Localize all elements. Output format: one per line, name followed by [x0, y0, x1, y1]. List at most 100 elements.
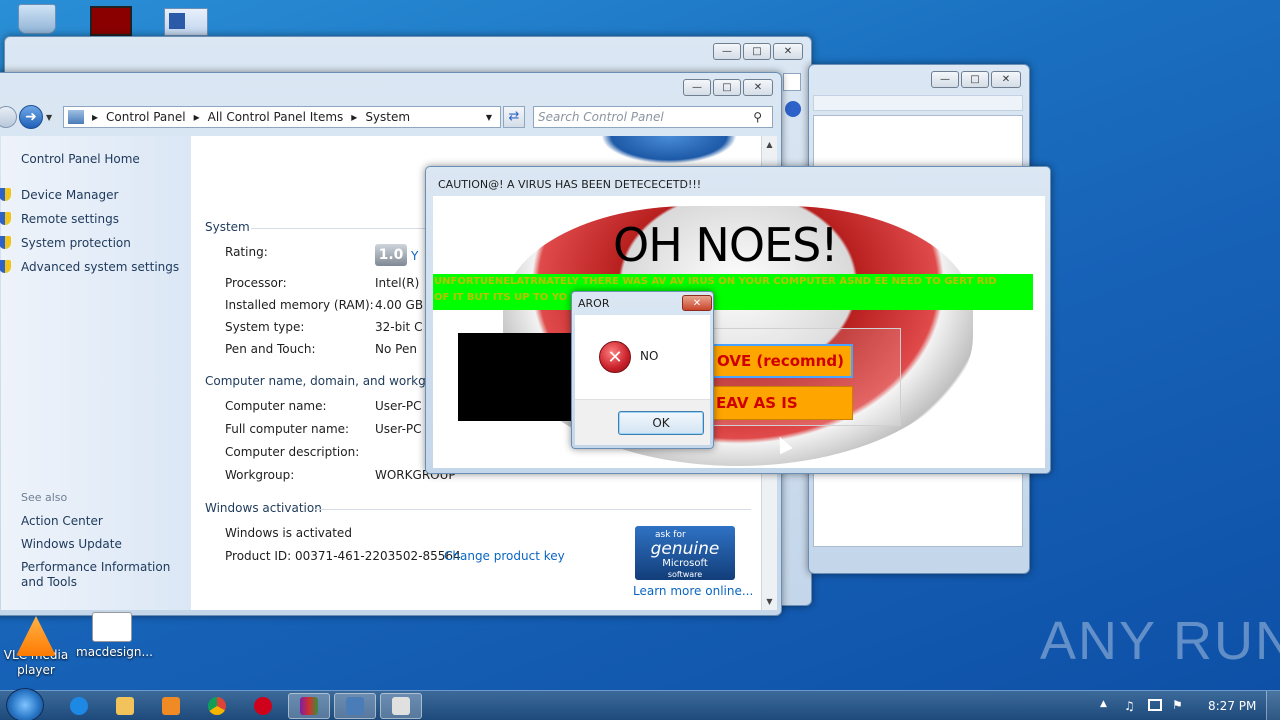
vlc-desktop-icon[interactable]: VLC media player	[0, 616, 72, 678]
learn-more-link[interactable]: Learn more online...	[633, 584, 753, 598]
vlc-icon	[16, 616, 56, 656]
taskbar-media-player[interactable]	[150, 693, 192, 719]
taskbar-virus-app[interactable]	[380, 693, 422, 719]
document-icon	[92, 612, 132, 642]
maximize-button[interactable]: □	[713, 79, 741, 96]
remove-button[interactable]: OVE (recomnd)	[703, 344, 853, 378]
leave-as-is-button[interactable]: EAV AS IS	[703, 386, 853, 420]
product-id: Product ID: 00371-461-2203502-85564	[225, 549, 461, 563]
taskbar-control-panel[interactable]	[334, 693, 376, 719]
error-dialog[interactable]: AROR ✕ ✕ NO OK	[571, 291, 714, 449]
rating-badge[interactable]: 1.0	[375, 244, 407, 266]
shield-icon	[0, 188, 11, 201]
close-button[interactable]: ✕	[773, 43, 803, 60]
show-desktop-button[interactable]	[1266, 691, 1280, 720]
macdesign-desktop-icon[interactable]: macdesign...	[76, 612, 153, 660]
breadcrumb-all-items[interactable]: All Control Panel Items	[208, 110, 344, 124]
windows-logo	[601, 136, 737, 164]
address-dropdown-icon[interactable]: ▼	[486, 113, 492, 122]
system-protection-link[interactable]: System protection	[21, 236, 131, 250]
system-type-value: 32-bit C	[375, 320, 423, 334]
media-player-icon	[162, 697, 180, 715]
pen-touch-value: No Pen	[375, 342, 417, 356]
taskbar-explorer[interactable]	[104, 693, 146, 719]
volume-icon[interactable]: ♫	[1124, 699, 1135, 713]
help-icon[interactable]	[785, 101, 801, 117]
close-button[interactable]: ✕	[682, 295, 712, 311]
action-center-link[interactable]: Action Center	[21, 514, 103, 528]
change-product-key-link[interactable]: Change product key	[444, 549, 565, 563]
minimize-button[interactable]: —	[683, 79, 711, 96]
taskbar-winrar[interactable]	[288, 693, 330, 719]
breadcrumb-system[interactable]: System	[365, 110, 410, 124]
maximize-button[interactable]: □	[961, 71, 989, 88]
chrome-icon	[208, 697, 226, 715]
memory-value: 4.00 GB	[375, 298, 424, 312]
error-dialog-title: AROR	[578, 297, 610, 310]
minimize-button[interactable]: —	[931, 71, 959, 88]
close-button[interactable]: ✕	[991, 71, 1021, 88]
rating-link[interactable]: Y	[411, 249, 418, 263]
folder-icon	[116, 697, 134, 715]
app-window-icon	[392, 697, 410, 715]
action-center-flag-icon[interactable]: ⚑	[1172, 698, 1183, 712]
show-hidden-icons[interactable]: ▲	[1100, 699, 1107, 709]
windows-update-link[interactable]: Windows Update	[21, 537, 122, 551]
acrobat-icon[interactable]	[90, 6, 132, 36]
archive-icon	[300, 697, 318, 715]
refresh-button[interactable]: ⇄	[503, 106, 525, 128]
performance-info-link[interactable]: Performance Information and Tools	[21, 560, 185, 590]
remote-settings-link[interactable]: Remote settings	[21, 212, 119, 226]
network-icon[interactable]	[1148, 699, 1162, 711]
back-button[interactable]	[0, 106, 17, 128]
close-button[interactable]: ✕	[743, 79, 773, 96]
breadcrumb-separator[interactable]: ▸	[351, 110, 357, 124]
search-icon[interactable]	[783, 73, 801, 91]
search-icon[interactable]: ⚲	[753, 110, 762, 124]
maximize-button[interactable]: □	[743, 43, 771, 60]
shield-icon	[0, 236, 11, 249]
word-document-icon[interactable]	[164, 8, 208, 36]
search-input[interactable]: Search Control Panel ⚲	[533, 106, 773, 128]
ok-button[interactable]: OK	[618, 411, 704, 435]
device-manager-link[interactable]: Device Manager	[21, 188, 118, 202]
shield-icon	[0, 260, 11, 273]
recent-pages-dropdown[interactable]: ▼	[46, 113, 52, 122]
control-panel-icon	[346, 697, 364, 715]
system-section-title: System	[205, 220, 250, 234]
taskbar: ▲ ♫ ⚑ 8:27 PM	[0, 688, 1280, 720]
error-icon: ✕	[599, 341, 631, 373]
black-image-box	[458, 333, 578, 421]
virus-window[interactable]: CAUTION@! A VIRUS HAS BEEN DETECECETD!!!…	[425, 166, 1051, 474]
left-pane: Control Panel Home Device Manager Remote…	[0, 136, 191, 610]
clock[interactable]: 8:27 PM	[1208, 699, 1256, 713]
opera-icon	[254, 697, 272, 715]
virus-window-title: CAUTION@! A VIRUS HAS BEEN DETECECETD!!!	[438, 178, 702, 191]
activation-status: Windows is activated	[225, 526, 352, 540]
processor-value: Intel(R)	[375, 276, 420, 290]
computer-section-title: Computer name, domain, and workgro	[205, 374, 438, 388]
forward-button[interactable]: ➜	[19, 105, 43, 129]
taskbar-ie[interactable]	[58, 693, 100, 719]
activation-section-title: Windows activation	[205, 501, 322, 515]
control-panel-home-link[interactable]: Control Panel Home	[21, 152, 140, 166]
breadcrumb-separator[interactable]: ▸	[194, 110, 200, 124]
advanced-system-settings-link[interactable]: Advanced system settings	[21, 260, 179, 274]
green-warning-banner: UNFORTUENELATRNATELY THERE WAS AV AV IRU…	[433, 274, 1033, 310]
shield-icon	[0, 212, 11, 225]
breadcrumb-separator[interactable]: ▸	[92, 110, 98, 124]
virus-content: OH NOES! UNFORTUENELATRNATELY THERE WAS …	[433, 196, 1045, 468]
minimize-button[interactable]: —	[713, 43, 741, 60]
start-button[interactable]	[6, 688, 44, 720]
recycle-bin-icon[interactable]	[18, 4, 56, 34]
breadcrumb-control-panel[interactable]: Control Panel	[106, 110, 186, 124]
anyrun-watermark: ANY RUN	[1040, 611, 1280, 671]
taskbar-chrome[interactable]	[196, 693, 238, 719]
genuine-microsoft-badge[interactable]: ask for genuine Microsoft software	[635, 526, 735, 580]
taskbar-opera[interactable]	[242, 693, 284, 719]
internet-explorer-icon	[70, 697, 88, 715]
computer-name-value: User-PC	[375, 399, 422, 413]
error-message: NO	[640, 349, 659, 363]
oh-noes-headline: OH NOES!	[613, 218, 839, 272]
address-bar[interactable]: ▸ Control Panel ▸ All Control Panel Item…	[63, 106, 501, 128]
